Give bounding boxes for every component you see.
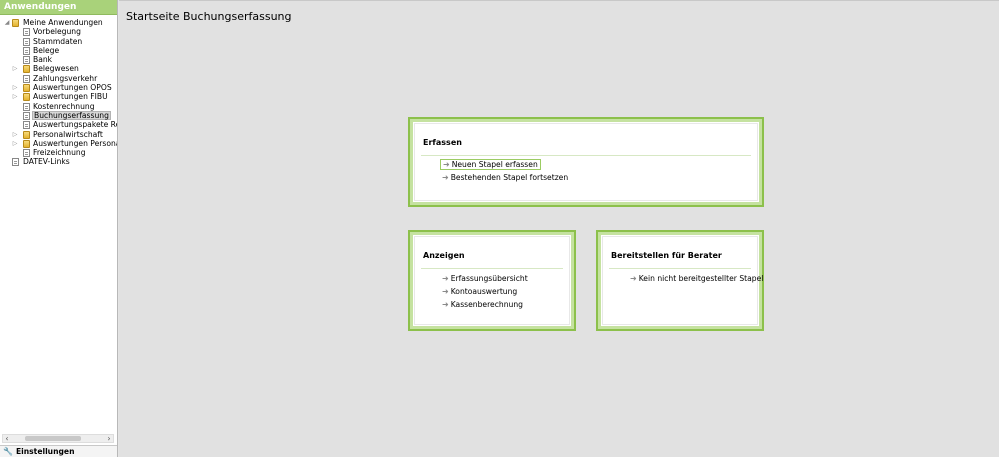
divider (609, 268, 751, 269)
tree-item-label: Auswertungspakete Rechno (33, 120, 117, 130)
tree-item[interactable]: ▷ Auswertungen Personalwirt (0, 139, 117, 148)
collapsed-arrow-icon[interactable]: ▷ (10, 83, 20, 92)
link-kein-stapel[interactable]: ➜ Kein nicht bereitgestellter Stapel (628, 273, 765, 284)
sidebar-header: Anwendungen (0, 0, 117, 15)
link-neuen-stapel-erfassen[interactable]: ➜ Neuen Stapel erfassen (440, 159, 541, 170)
expanded-arrow-icon[interactable]: ◢ (2, 18, 12, 27)
arrow-right-icon: ➜ (442, 300, 449, 309)
link-kassenberechnung[interactable]: ➜ Kassenberechnung (440, 299, 525, 310)
folder-icon (23, 93, 30, 102)
document-icon (12, 158, 19, 167)
tree-item[interactable]: Stammdaten (0, 37, 117, 46)
link-label: Kontoauswertung (450, 287, 518, 296)
collapsed-arrow-icon[interactable]: ▷ (10, 64, 20, 73)
panel-title: Bereitstellen für Berater (611, 251, 722, 260)
tree-item-label: Buchungserfassung (32, 110, 111, 120)
horizontal-scrollbar[interactable]: ‹ › (2, 434, 114, 443)
document-icon (23, 28, 30, 37)
tree-item-label: Bank (33, 55, 53, 65)
tree-item-label: DATEV-Links (23, 157, 70, 167)
arrow-right-icon: ➜ (630, 274, 637, 283)
panel-bereitstellen: Bereitstellen für Berater ➜ Kein nicht be… (596, 230, 764, 331)
document-icon (23, 37, 30, 46)
tree-item-label: Auswertungen OPOS (33, 83, 112, 93)
scroll-left-arrow-icon[interactable]: ‹ (3, 434, 11, 443)
folder-icon (23, 65, 30, 74)
collapsed-arrow-icon[interactable]: ▷ (10, 92, 20, 101)
tree-item-label: Kostenrechnung (33, 101, 95, 111)
document-icon (23, 102, 30, 111)
tree-item[interactable]: Kostenrechnung (0, 102, 117, 111)
panel-title: Anzeigen (423, 251, 465, 260)
document-icon (23, 111, 30, 120)
tree-item[interactable]: Vorbelegung (0, 27, 117, 37)
link-label: Bestehenden Stapel fortsetzen (450, 173, 569, 182)
document-icon (23, 56, 30, 65)
link-label: Kassenberechnung (450, 300, 523, 309)
tree-item[interactable]: Freizeichnung (0, 148, 117, 158)
tree-item-label: Vorbelegung (33, 27, 81, 37)
tree-item-label: Belegwesen (33, 64, 79, 74)
folder-icon (23, 84, 30, 93)
tree-item[interactable]: Buchungserfassung (0, 110, 117, 120)
settings-button[interactable]: 🔧 Einstellungen (0, 445, 117, 457)
divider (421, 155, 751, 156)
arrow-right-icon: ➜ (442, 274, 449, 283)
tree-item[interactable]: Bank (0, 55, 117, 65)
panel-title: Erfassen (423, 138, 462, 147)
sidebar: Anwendungen ◢ Meine Anwendungen Vorbelegun… (0, 0, 118, 457)
tree-item-label: Auswertungen FIBU (33, 92, 108, 102)
tree-item[interactable]: ◢ Meine Anwendungen (0, 18, 117, 27)
document-icon (23, 74, 30, 83)
scrollbar-thumb[interactable] (25, 436, 81, 441)
tree-item-label: Meine Anwendungen (23, 18, 103, 27)
folder-icon (12, 19, 19, 27)
settings-label: Einstellungen (15, 447, 75, 456)
folder-icon (23, 139, 30, 148)
main-content: Startseite Buchungserfassung Erfassen ➜ N… (119, 0, 999, 457)
arrow-right-icon: ➜ (442, 173, 449, 182)
panel-erfassen: Erfassen ➜ Neuen Stapel erfassen ➜ Bestehe… (408, 117, 764, 207)
collapsed-arrow-icon[interactable]: ▷ (10, 130, 20, 139)
arrow-right-icon: ➜ (442, 287, 449, 296)
tree-item[interactable]: ▷ Auswertungen FIBU (0, 92, 117, 102)
link-label: Neuen Stapel erfassen (451, 160, 538, 169)
link-bestehenden-stapel-fortsetzen[interactable]: ➜ Bestehenden Stapel fortsetzen (440, 172, 570, 183)
tree-item[interactable]: DATEV-Links (0, 157, 117, 167)
panel-anzeigen: Anzeigen ➜ Erfassungsübersicht ➜ Kontoausw… (408, 230, 576, 331)
tree-item[interactable]: ▷ Auswertungen OPOS (0, 83, 117, 93)
document-icon (23, 46, 30, 55)
collapsed-arrow-icon[interactable]: ▷ (10, 139, 20, 148)
folder-icon (23, 130, 30, 139)
tree-item-label: Freizeichnung (33, 148, 86, 158)
navigation-tree: ◢ Meine Anwendungen Vorbelegung Stammdaten B… (0, 18, 117, 428)
divider (421, 268, 563, 269)
arrow-right-icon: ➜ (443, 160, 450, 169)
scroll-right-arrow-icon[interactable]: › (105, 434, 113, 443)
tree-item[interactable]: ▷ Personalwirtschaft (0, 130, 117, 139)
tree-item[interactable]: ▷ Belegwesen (0, 64, 117, 74)
document-icon (23, 149, 30, 158)
wrench-icon: 🔧 (3, 447, 13, 456)
tree-item[interactable]: Auswertungspakete Rechno (0, 120, 117, 130)
tree-item-label: Zahlungsverkehr (33, 73, 98, 83)
link-label: Erfassungsübersicht (450, 274, 528, 283)
page-title: Startseite Buchungserfassung (126, 10, 292, 23)
tree-item-label: Auswertungen Personalwirt (33, 138, 117, 148)
tree-item-label: Stammdaten (33, 36, 83, 46)
tree-item[interactable]: Belege (0, 46, 117, 55)
tree-item-label: Belege (33, 45, 60, 55)
link-erfassungsuebersicht[interactable]: ➜ Erfassungsübersicht (440, 273, 530, 284)
tree-item[interactable]: Zahlungsverkehr (0, 74, 117, 83)
document-icon (23, 121, 30, 130)
link-label: Kein nicht bereitgestellter Stapel (638, 274, 764, 283)
tree-item-label: Personalwirtschaft (33, 129, 103, 139)
link-kontoauswertung[interactable]: ➜ Kontoauswertung (440, 286, 519, 297)
